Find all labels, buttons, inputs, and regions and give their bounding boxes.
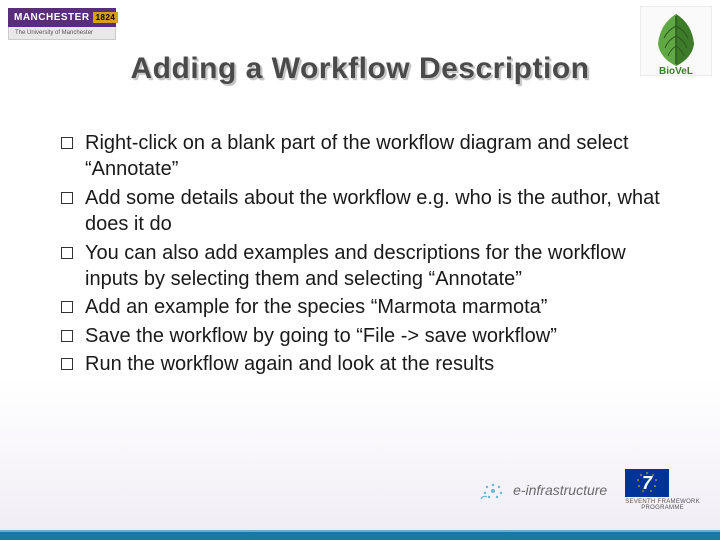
bullet-item: Add some details about the workflow e.g.… (55, 185, 670, 238)
manchester-logo-top: MANCHESTER 1824 (8, 8, 116, 27)
manchester-logo-year: 1824 (93, 12, 119, 23)
bullet-item: Right-click on a blank part of the workf… (55, 130, 670, 183)
bullet-item: Run the workflow again and look at the r… (55, 351, 670, 377)
slide-title: Adding a Workflow Description (0, 52, 720, 86)
einfra-text: e-infrastructure (513, 482, 607, 498)
bullet-item: Add an example for the species “Marmota … (55, 294, 670, 320)
bullet-list: Right-click on a blank part of the workf… (55, 130, 670, 378)
footer-logos: e-infrastructure 7 SEVENTH FRAM (479, 469, 700, 512)
bullet-item: Save the workflow by going to “File -> s… (55, 323, 670, 349)
svg-text:7: 7 (642, 473, 653, 493)
eu-flag-icon: 7 (625, 469, 669, 497)
einfrastructure-logo: e-infrastructure (479, 479, 607, 501)
slide-content: Right-click on a blank part of the workf… (55, 130, 670, 380)
bullet-item: You can also add examples and descriptio… (55, 240, 670, 293)
fp7-label-1: SEVENTH FRAMEWORK (625, 499, 700, 506)
einfra-icon (479, 479, 507, 501)
manchester-logo-name: MANCHESTER (14, 12, 90, 23)
fp7-logo: 7 SEVENTH FRAMEWORK PROGRAMME (625, 469, 700, 512)
bottom-accent-bar (0, 532, 720, 540)
slide: MANCHESTER 1824 The University of Manche… (0, 0, 720, 540)
manchester-logo-sub: The University of Manchester (8, 27, 116, 40)
fp7-label-2: PROGRAMME (625, 505, 700, 512)
